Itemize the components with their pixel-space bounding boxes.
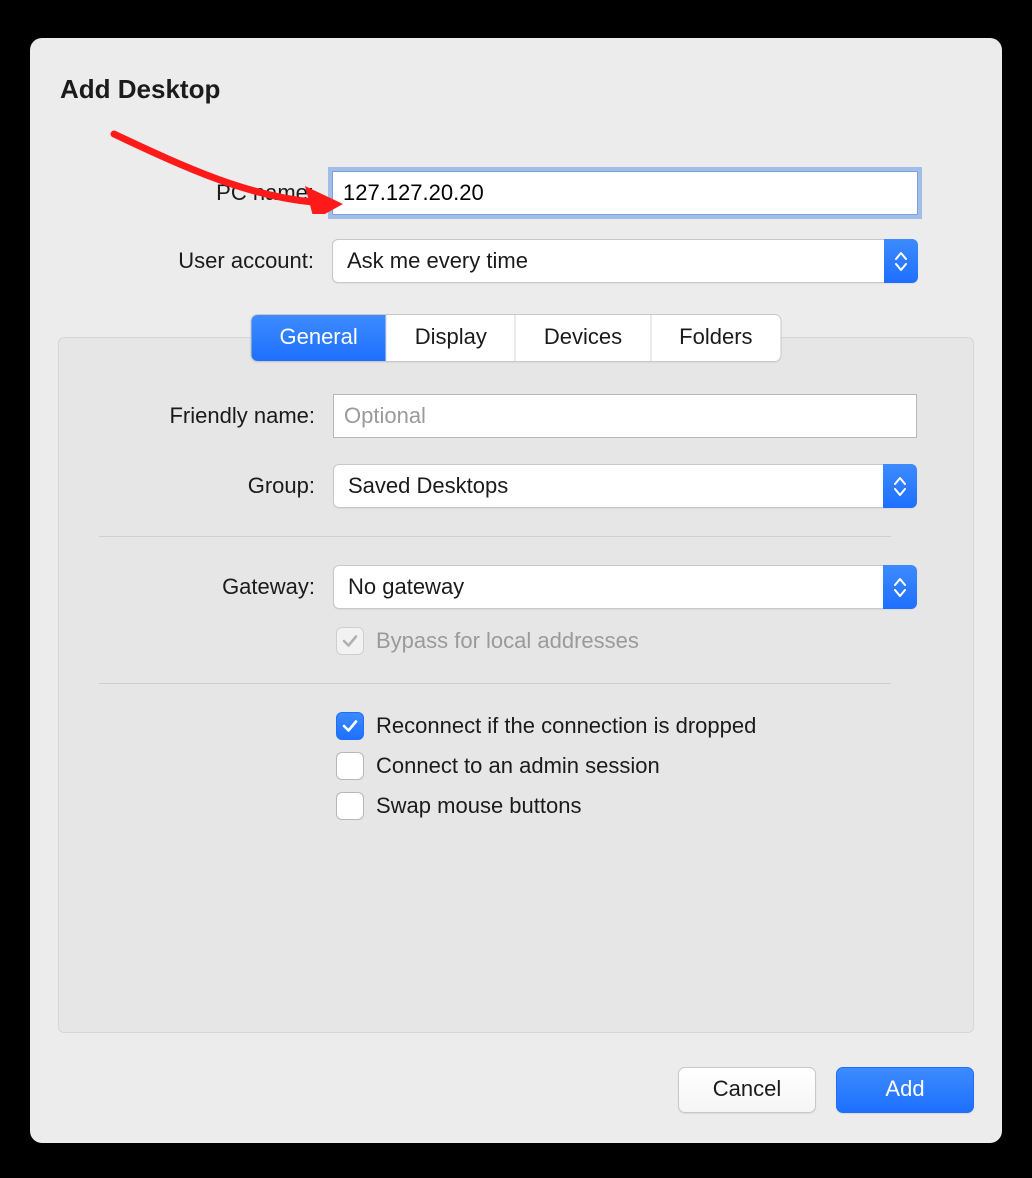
tab-general[interactable]: General (251, 315, 386, 361)
admin-label: Connect to an admin session (376, 753, 660, 779)
bypass-label: Bypass for local addresses (376, 628, 639, 654)
reconnect-label: Reconnect if the connection is dropped (376, 713, 756, 739)
stepper-icon (884, 239, 918, 283)
swap-label: Swap mouse buttons (376, 793, 581, 819)
cancel-button[interactable]: Cancel (678, 1067, 816, 1113)
divider (99, 536, 891, 537)
user-account-value: Ask me every time (332, 239, 918, 283)
add-button[interactable]: Add (836, 1067, 974, 1113)
tab-devices-audio[interactable]: Devices & Audio (516, 315, 651, 361)
group-value: Saved Desktops (333, 464, 917, 508)
pc-name-input[interactable] (332, 171, 918, 215)
user-account-label: User account: (58, 248, 314, 274)
tab-group: General Display Devices & Audio Folders (250, 314, 781, 362)
dialog-title: Add Desktop (60, 74, 974, 105)
stepper-icon (883, 565, 917, 609)
gateway-label: Gateway: (59, 574, 315, 600)
gateway-select[interactable]: No gateway (333, 565, 917, 609)
gateway-value: No gateway (333, 565, 917, 609)
add-desktop-sheet: Add Desktop PC name: User account: Ask m… (30, 38, 1002, 1143)
group-label: Group: (59, 473, 315, 499)
swap-checkbox[interactable] (336, 792, 364, 820)
admin-checkbox[interactable] (336, 752, 364, 780)
user-account-select[interactable]: Ask me every time (332, 239, 918, 283)
bypass-checkbox (336, 627, 364, 655)
tab-display[interactable]: Display (387, 315, 516, 361)
group-select[interactable]: Saved Desktops (333, 464, 917, 508)
stepper-icon (883, 464, 917, 508)
divider (99, 683, 891, 684)
tab-folders[interactable]: Folders (651, 315, 780, 361)
friendly-name-label: Friendly name: (59, 403, 315, 429)
friendly-name-input[interactable] (333, 394, 917, 438)
reconnect-checkbox[interactable] (336, 712, 364, 740)
pc-name-label: PC name: (58, 180, 314, 206)
general-panel: Friendly name: Group: Saved Desktops (58, 337, 974, 1033)
